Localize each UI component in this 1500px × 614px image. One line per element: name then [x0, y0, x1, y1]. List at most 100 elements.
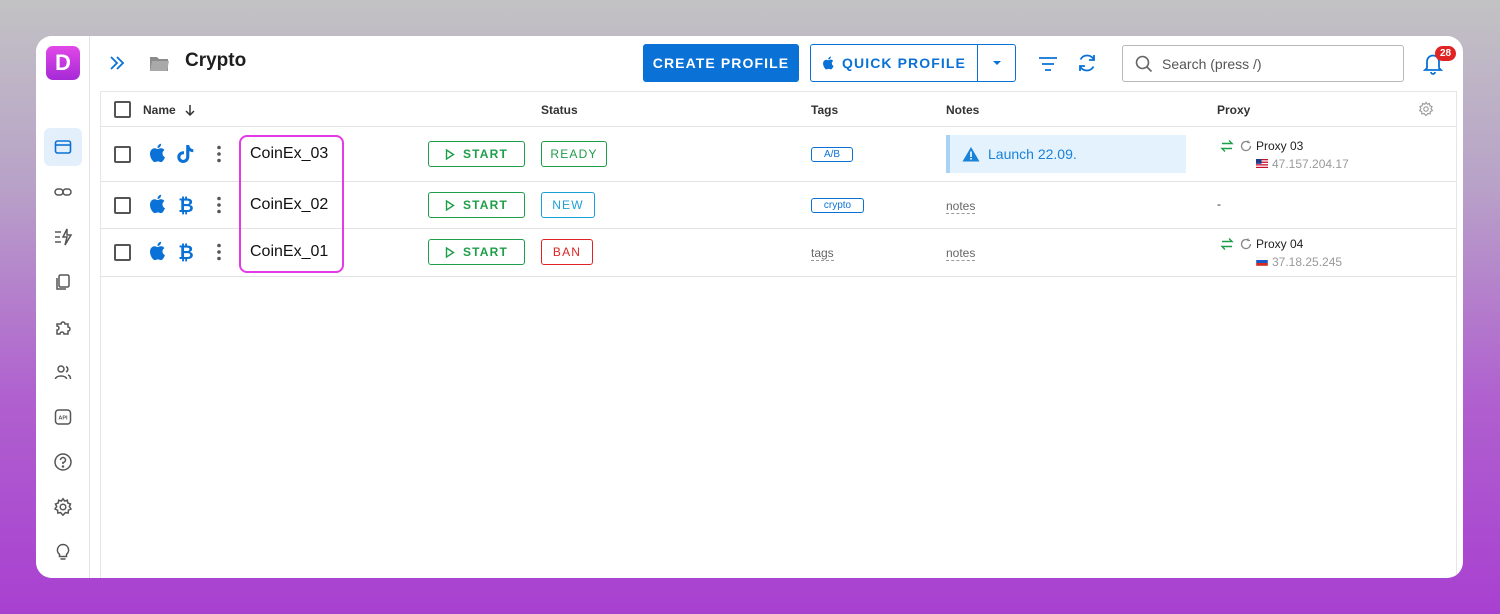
sidebar-item-proxies[interactable] [44, 173, 82, 211]
note-text[interactable]: notes [946, 199, 976, 214]
search-icon [1135, 55, 1153, 72]
row-checkbox[interactable] [114, 197, 131, 214]
more-vertical-icon[interactable] [216, 196, 222, 214]
filter-icon[interactable] [1037, 53, 1059, 75]
column-settings-icon[interactable] [1418, 101, 1434, 117]
sidebar: D API [36, 36, 90, 578]
tiktok-icon [177, 145, 194, 163]
profiles-table: Name Status Tags Notes Proxy CoinEx_03 S… [100, 91, 1457, 578]
table-row[interactable]: CoinEx_03 START READY A/B Launch 22.09. … [101, 127, 1456, 182]
table-header: Name Status Tags Notes Proxy [101, 92, 1456, 127]
status-badge: NEW [541, 192, 595, 218]
search-input[interactable] [1162, 55, 1392, 72]
sidebar-item-templates[interactable] [44, 263, 82, 301]
start-button[interactable]: START [428, 192, 525, 218]
sidebar-item-settings[interactable] [44, 488, 82, 526]
swap-icon[interactable] [1220, 237, 1234, 251]
apple-icon [150, 194, 165, 214]
table-row[interactable]: ₿ CoinEx_01 START BAN tags notes Proxy 0… [101, 229, 1456, 277]
caret-down-icon [992, 61, 1001, 65]
sidebar-item-team[interactable] [44, 353, 82, 391]
column-header-name[interactable]: Name [143, 103, 196, 117]
app-logo[interactable]: D [46, 46, 80, 80]
status-badge: BAN [541, 239, 593, 265]
tag-chip[interactable]: A/B [811, 147, 853, 162]
ru-flag-icon [1256, 257, 1268, 266]
row-checkbox[interactable] [114, 146, 131, 163]
proxy-name: Proxy 03 [1256, 139, 1304, 153]
warning-icon [962, 147, 980, 162]
search-field[interactable] [1122, 45, 1404, 82]
proxy-empty: - [1217, 197, 1221, 211]
sidebar-item-profiles[interactable] [44, 128, 82, 166]
link-icon [54, 188, 72, 196]
note-alert[interactable]: Launch 22.09. [946, 135, 1186, 173]
browser-window-icon [54, 140, 72, 154]
page-title: Crypto [185, 50, 247, 71]
svg-text:₿: ₿ [178, 195, 193, 215]
note-text: Launch 22.09. [988, 146, 1077, 162]
lightbulb-icon [56, 543, 70, 560]
status-badge: READY [541, 141, 607, 167]
start-button[interactable]: START [428, 141, 525, 167]
tag-chip[interactable]: crypto [811, 198, 864, 213]
swap-icon[interactable] [1220, 139, 1234, 153]
app-window: D API Crypto CREATE PROFILE QUICK PROFIL… [36, 36, 1463, 578]
users-icon [54, 365, 72, 380]
row-checkbox[interactable] [114, 244, 131, 261]
bitcoin-icon: ₿ [178, 242, 193, 262]
start-button[interactable]: START [428, 239, 525, 265]
proxy-name: Proxy 04 [1256, 237, 1304, 251]
folder-icon [150, 57, 169, 71]
apple-icon [150, 241, 165, 261]
play-icon [445, 199, 455, 211]
refresh-icon[interactable] [1240, 140, 1252, 152]
column-header-status: Status [541, 103, 578, 117]
start-label: START [462, 245, 509, 259]
profile-name[interactable]: CoinEx_01 [250, 243, 328, 261]
puzzle-icon [56, 321, 71, 335]
double-chevron-right-icon[interactable] [107, 53, 127, 73]
column-header-tags: Tags [811, 103, 839, 117]
note-text[interactable]: notes [946, 246, 976, 261]
column-header-notes: Notes [946, 103, 980, 117]
create-profile-button[interactable]: CREATE PROFILE [643, 44, 799, 82]
quick-profile-label: QUICK PROFILE [842, 55, 966, 71]
zap-list-icon [55, 228, 73, 246]
api-icon: API [54, 409, 72, 425]
sidebar-item-api[interactable]: API [44, 398, 82, 436]
apple-icon [150, 143, 165, 163]
svg-text:₿: ₿ [178, 242, 193, 262]
help-circle-icon [54, 453, 72, 471]
more-vertical-icon[interactable] [216, 145, 222, 163]
proxy-ip: 47.157.204.17 [1272, 157, 1349, 171]
play-icon [445, 148, 455, 160]
apple-icon [823, 56, 834, 70]
more-vertical-icon[interactable] [216, 243, 222, 261]
select-all-checkbox[interactable] [114, 101, 131, 118]
sidebar-item-help[interactable] [44, 443, 82, 481]
table-row[interactable]: ₿ CoinEx_02 START NEW crypto notes - [101, 182, 1456, 229]
gear-icon [53, 497, 73, 517]
sidebar-item-ideas[interactable] [44, 533, 82, 571]
profile-name[interactable]: CoinEx_03 [250, 145, 328, 163]
quick-profile-button[interactable]: QUICK PROFILE [810, 44, 978, 82]
top-bar: Crypto CREATE PROFILE QUICK PROFILE 28 [91, 36, 1463, 90]
notification-badge: 28 [1435, 46, 1456, 61]
refresh-icon[interactable] [1076, 52, 1098, 74]
bitcoin-icon: ₿ [178, 195, 193, 215]
arrow-down-icon [185, 105, 195, 117]
sidebar-item-extensions[interactable] [44, 308, 82, 346]
svg-text:API: API [58, 416, 68, 422]
copy-icon [56, 274, 70, 290]
proxy-ip: 37.18.25.245 [1272, 255, 1343, 269]
refresh-icon[interactable] [1240, 238, 1252, 250]
sidebar-item-automation[interactable] [44, 218, 82, 256]
us-flag-icon [1256, 159, 1268, 168]
play-icon [445, 246, 455, 258]
profile-name[interactable]: CoinEx_02 [250, 196, 328, 214]
tags-placeholder[interactable]: tags [811, 246, 834, 261]
start-label: START [462, 198, 509, 212]
start-label: START [462, 147, 509, 161]
quick-profile-dropdown[interactable] [977, 44, 1016, 82]
